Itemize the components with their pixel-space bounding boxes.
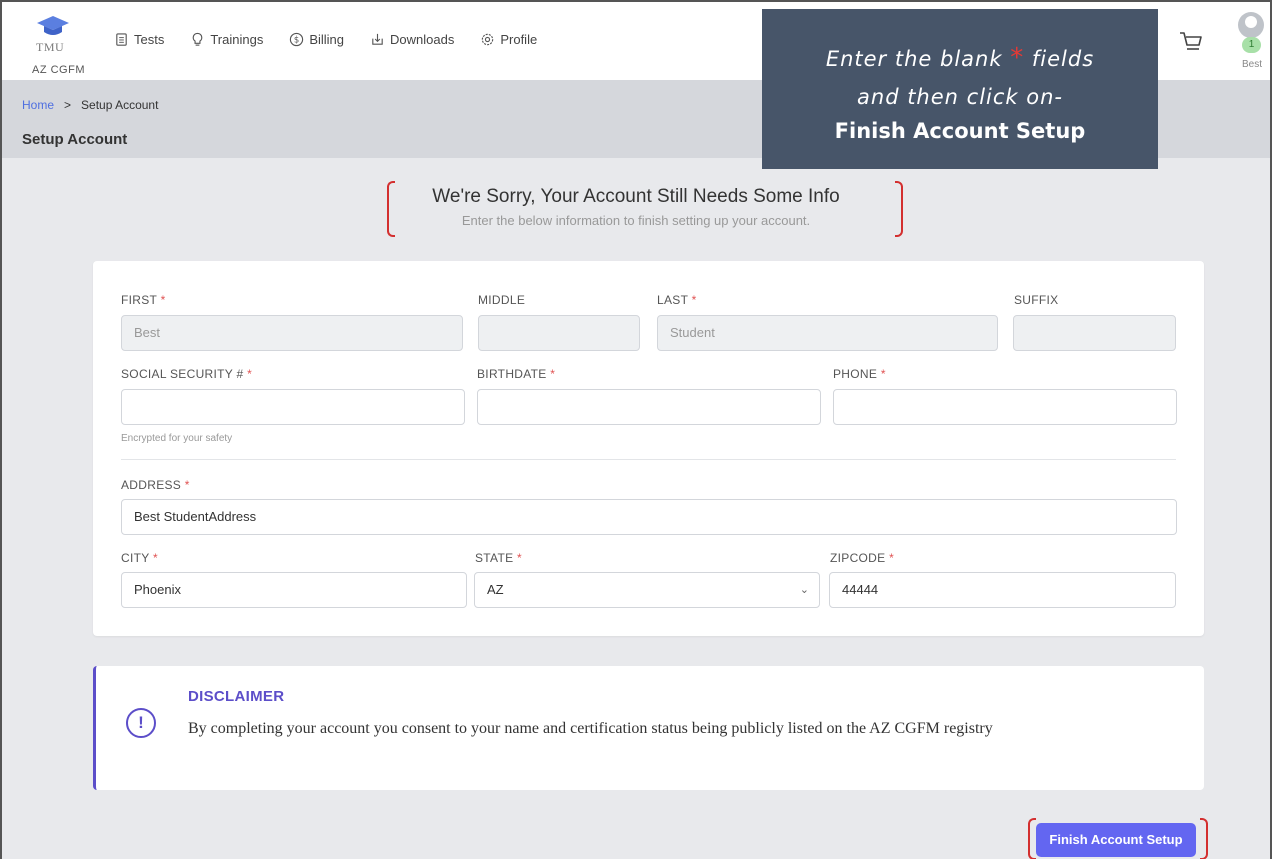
callout-text-a: Enter the blank	[825, 47, 1003, 71]
svg-text:$: $	[294, 35, 299, 45]
callout-star: *	[1010, 43, 1025, 73]
gear-icon	[482, 33, 494, 46]
address-field[interactable]: Best StudentAddress	[121, 499, 1177, 535]
cart-icon[interactable]	[1178, 29, 1204, 53]
headline-title: We're Sorry, Your Account Still Needs So…	[432, 186, 840, 207]
disclaimer-box: ! DISCLAIMER By completing your account …	[93, 666, 1204, 790]
nav-profile-label: Profile	[500, 32, 538, 47]
ssn-field[interactable]	[121, 389, 465, 425]
breadcrumb: Home > Setup Account	[22, 98, 158, 112]
ssn-hint: Encrypted for your safety	[121, 433, 233, 444]
account-form: FIRST * Best MIDDLE LAST * Student SUFFI…	[93, 261, 1204, 636]
finish-account-setup-button[interactable]: Finish Account Setup	[1036, 823, 1196, 857]
cart-count-badge: 1	[1242, 37, 1261, 53]
nav-profile[interactable]: Profile	[480, 32, 537, 47]
nav-menu: Tests Trainings $ Billing Downloads Prof…	[114, 32, 537, 47]
phone-field[interactable]	[833, 389, 1177, 425]
lightbulb-icon	[193, 32, 203, 46]
callout-line-2: and then click on-	[857, 85, 1063, 109]
city-field[interactable]: Phoenix	[121, 572, 467, 608]
exclamation-circle-icon: !	[126, 708, 156, 738]
last-name-field[interactable]: Student	[657, 315, 998, 351]
zipcode-label: ZIPCODE *	[830, 551, 895, 565]
user-name: Best	[1242, 59, 1263, 70]
logo-subtitle: AZ CGFM	[32, 64, 85, 76]
middle-name-field[interactable]	[478, 315, 640, 351]
phone-label: PHONE *	[833, 367, 886, 381]
middle-label: MIDDLE	[478, 293, 526, 307]
state-select[interactable]: AZ ⌄	[474, 572, 820, 608]
state-label: STATE *	[475, 551, 523, 565]
suffix-label: SUFFIX	[1014, 293, 1059, 307]
birthdate-label: BIRTHDATE *	[477, 367, 556, 381]
nav-tests-label: Tests	[134, 32, 165, 47]
dollar-circle-icon: $	[290, 32, 304, 47]
zipcode-field[interactable]: 44444	[829, 572, 1176, 608]
last-label: LAST *	[657, 293, 697, 307]
callout-line-1: Enter the blank * fields	[762, 39, 1158, 78]
breadcrumb-current: Setup Account	[81, 98, 159, 112]
graduation-cap-icon	[37, 16, 69, 35]
button-bracket-right	[1200, 818, 1208, 859]
headline: We're Sorry, Your Account Still Needs So…	[0, 186, 1272, 228]
nav-trainings-label: Trainings	[210, 32, 264, 47]
first-name-field[interactable]: Best	[121, 315, 463, 351]
nav-billing-label: Billing	[309, 32, 345, 47]
address-label: ADDRESS *	[121, 478, 190, 492]
headline-subtitle: Enter the below information to finish se…	[461, 213, 811, 228]
ssn-label: SOCIAL SECURITY # *	[121, 367, 253, 381]
city-label: CITY *	[121, 551, 158, 565]
download-icon	[372, 33, 383, 45]
page-title: Setup Account	[22, 131, 128, 148]
nav-downloads-label: Downloads	[390, 32, 455, 47]
disclaimer-text: By completing your account you consent t…	[188, 720, 993, 737]
clipboard-icon	[116, 33, 127, 46]
nav-downloads[interactable]: Downloads	[370, 32, 454, 47]
birthdate-field[interactable]	[477, 389, 821, 425]
callout-line-3: Finish Account Setup	[834, 119, 1086, 143]
breadcrumb-home-link[interactable]: Home	[22, 98, 54, 112]
first-label: FIRST *	[121, 293, 166, 307]
nav-billing[interactable]: $ Billing	[289, 32, 344, 47]
instruction-callout: Enter the blank * fields and then click …	[762, 9, 1158, 169]
logo-text: TMU	[36, 40, 65, 54]
chevron-down-icon: ⌄	[799, 584, 809, 596]
logo[interactable]: TMU AZ CGFM	[12, 6, 92, 76]
suffix-field[interactable]	[1013, 315, 1176, 351]
form-divider	[121, 459, 1176, 460]
nav-trainings[interactable]: Trainings	[190, 32, 263, 47]
callout-text-b: fields	[1031, 47, 1095, 71]
avatar[interactable]	[1238, 12, 1264, 38]
button-bracket-left	[1028, 818, 1036, 859]
nav-tests[interactable]: Tests	[114, 32, 164, 47]
disclaimer-title: DISCLAIMER	[188, 688, 285, 705]
breadcrumb-separator: >	[64, 98, 72, 112]
state-value: AZ	[487, 582, 504, 597]
